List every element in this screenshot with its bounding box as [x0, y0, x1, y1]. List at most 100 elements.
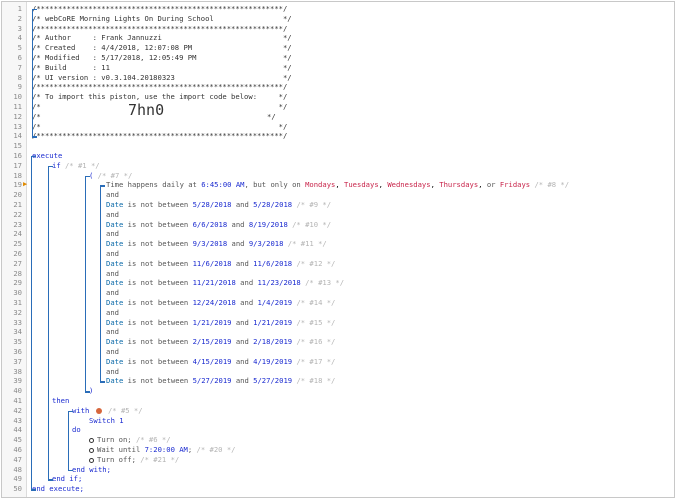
code-line[interactable]: 4 /* Author : Frank Jannuzzi */ — [2, 33, 672, 43]
code-line[interactable]: 7 /* Build : 11 */ — [2, 63, 672, 73]
code-line[interactable]: 10 /* To import this piston, use the impo… — [2, 92, 672, 102]
date-to[interactable]: 8/19/2018 — [249, 220, 288, 229]
and-word: and — [235, 200, 249, 209]
turn-on-action[interactable]: Turn on; — [97, 435, 132, 444]
date-from[interactable]: 5/28/2018 — [193, 200, 232, 209]
code-line[interactable]: 31 Date is not between 12/24/2018 and 1/4… — [2, 298, 672, 308]
date-attribute[interactable]: Date — [106, 259, 123, 268]
date-to[interactable]: 4/19/2019 — [253, 357, 292, 366]
wait-time-value[interactable]: 7:20:00 AM — [145, 445, 188, 454]
code-line[interactable]: 16 execute — [2, 151, 672, 161]
date-attribute[interactable]: Date — [106, 357, 123, 366]
code-line[interactable]: 32 and — [2, 308, 672, 318]
code-line[interactable]: 21 Date is not between 5/28/2018 and 5/28… — [2, 200, 672, 210]
day-value[interactable]: Mondays — [305, 180, 335, 189]
code-line[interactable]: 40) — [2, 386, 672, 396]
code-line[interactable]: 5 /* Created : 4/4/2018, 12:07:08 PM */ — [2, 43, 672, 53]
date-to[interactable]: 1/4/2019 — [257, 298, 292, 307]
code-line[interactable]: 9 /**************************************… — [2, 82, 672, 92]
date-from[interactable]: 5/27/2019 — [193, 376, 232, 385]
time-value[interactable]: 6:45:00 AM — [201, 180, 244, 189]
date-to[interactable]: 1/21/2019 — [253, 318, 292, 327]
code-line[interactable]: 46 Wait until 7:20:00 AM; /* #20 */ — [2, 445, 672, 455]
date-to[interactable]: 5/28/2018 — [253, 200, 292, 209]
date-to[interactable]: 11/23/2018 — [257, 278, 300, 287]
code-line[interactable]: 30 and — [2, 288, 672, 298]
code-line[interactable]: 49 end if; — [2, 474, 672, 484]
code-content: Wait until 7:20:00 AM; /* #20 */ — [89, 445, 236, 455]
code-line[interactable]: 37 Date is not between 4/15/2019 and 4/19… — [2, 357, 672, 367]
code-line[interactable]: 41 then — [2, 396, 672, 406]
code-line[interactable]: 24 and — [2, 229, 672, 239]
day-value[interactable]: Fridays — [500, 180, 530, 189]
warning-icon[interactable]: ▶ — [23, 180, 27, 190]
code-line[interactable]: 6 /* Modified : 5/17/2018, 12:05:49 PM */ — [2, 53, 672, 63]
code-line[interactable]: 28 and — [2, 269, 672, 279]
code-line[interactable]: 22 and — [2, 210, 672, 220]
header-stars: /***************************************… — [32, 23, 288, 33]
code-line[interactable]: 11/* */ — [2, 102, 672, 112]
code-line[interactable]: 12/* 7hn0 */ — [2, 102, 672, 122]
turn-off-action[interactable]: Turn off; — [97, 455, 136, 464]
line-number: 36 — [13, 347, 22, 356]
date-to[interactable]: 5/27/2019 — [253, 376, 292, 385]
date-from[interactable]: 6/6/2018 — [193, 220, 228, 229]
date-attribute[interactable]: Date — [106, 298, 123, 307]
date-from[interactable]: 4/15/2019 — [193, 357, 232, 366]
code-line[interactable]: 18 ( /* #7 */ — [2, 171, 672, 181]
day-value[interactable]: Thursdays — [439, 180, 478, 189]
line-number: 31 — [13, 298, 22, 307]
code-line[interactable]: 27 Date is not between 11/6/2018 and 11/6… — [2, 259, 672, 269]
code-line[interactable]: 43 Switch 1 — [2, 416, 672, 426]
code-line[interactable]: 34 and — [2, 327, 672, 337]
date-to[interactable]: 11/6/2018 — [253, 259, 292, 268]
date-attribute[interactable]: Date — [106, 200, 123, 209]
code-line[interactable]: 38 and — [2, 367, 672, 377]
comment: /* #20 */ — [196, 445, 236, 454]
code-line[interactable]: 14 /*************************************… — [2, 131, 672, 141]
code-line[interactable]: 33 Date is not between 1/21/2019 and 1/21… — [2, 318, 672, 328]
code-line[interactable]: 20 and — [2, 190, 672, 200]
date-from[interactable]: 11/6/2018 — [193, 259, 232, 268]
date-attribute[interactable]: Date — [106, 337, 123, 346]
code-line[interactable]: 17 if /* #1 */ — [2, 161, 672, 171]
day-value[interactable]: Wednesdays — [387, 180, 430, 189]
code-editor[interactable]: 1 /**************************************… — [1, 1, 675, 498]
date-to[interactable]: 9/3/2018 — [249, 239, 284, 248]
code-line[interactable]: 8 /* UI version : v0.3.104.20180323 */ — [2, 73, 672, 83]
date-attribute[interactable]: Date — [106, 278, 123, 287]
code-line[interactable]: 26 and — [2, 249, 672, 259]
date-from[interactable]: 2/15/2019 — [193, 337, 232, 346]
code-line[interactable]: 13 /* */ — [2, 122, 672, 132]
code-line[interactable]: 45 Turn on; /* #6 */ — [2, 435, 672, 445]
code-line[interactable]: 3 /**************************************… — [2, 24, 672, 34]
date-attribute[interactable]: Date — [106, 239, 123, 248]
code-line[interactable]: 50 end execute; — [2, 484, 672, 494]
code-line[interactable]: 36 and — [2, 347, 672, 357]
code-line[interactable]: 1 /**************************************… — [2, 4, 672, 14]
code-content: and — [106, 229, 119, 239]
code-line[interactable]: 35 Date is not between 2/15/2019 and 2/18… — [2, 337, 672, 347]
code-line[interactable]: 15 — [2, 141, 672, 151]
wait-action[interactable]: Wait until — [97, 445, 140, 454]
code-line[interactable]: 44 do — [2, 425, 672, 435]
code-line[interactable]: 48 end with; — [2, 465, 672, 475]
date-from[interactable]: 9/3/2018 — [193, 239, 228, 248]
code-line[interactable]: 23 Date is not between 6/6/2018 and 8/19/… — [2, 220, 672, 230]
date-from[interactable]: 12/24/2018 — [193, 298, 236, 307]
date-attribute[interactable]: Date — [106, 318, 123, 327]
date-attribute[interactable]: Date — [106, 220, 123, 229]
day-value[interactable]: Tuesdays — [344, 180, 379, 189]
code-line[interactable]: 47 Turn off; /* #21 */ — [2, 455, 672, 465]
date-from[interactable]: 11/21/2018 — [193, 278, 236, 287]
date-attribute[interactable]: Date — [106, 376, 123, 385]
line-number: 42 — [13, 405, 22, 415]
code-line[interactable]: 2 /* webCoRE Morning Lights On During Sch… — [2, 14, 672, 24]
date-from[interactable]: 1/21/2019 — [193, 318, 232, 327]
comment: /* #7 */ — [97, 170, 133, 180]
code-line[interactable]: 25 Date is not between 9/3/2018 and 9/3/2… — [2, 239, 672, 249]
device-name[interactable]: Switch 1 — [89, 416, 124, 425]
code-line[interactable]: 42 with /* #5 */ — [2, 406, 672, 416]
code-line[interactable]: 29 Date is not between 11/21/2018 and 11/… — [2, 278, 672, 288]
date-to[interactable]: 2/18/2019 — [253, 337, 292, 346]
